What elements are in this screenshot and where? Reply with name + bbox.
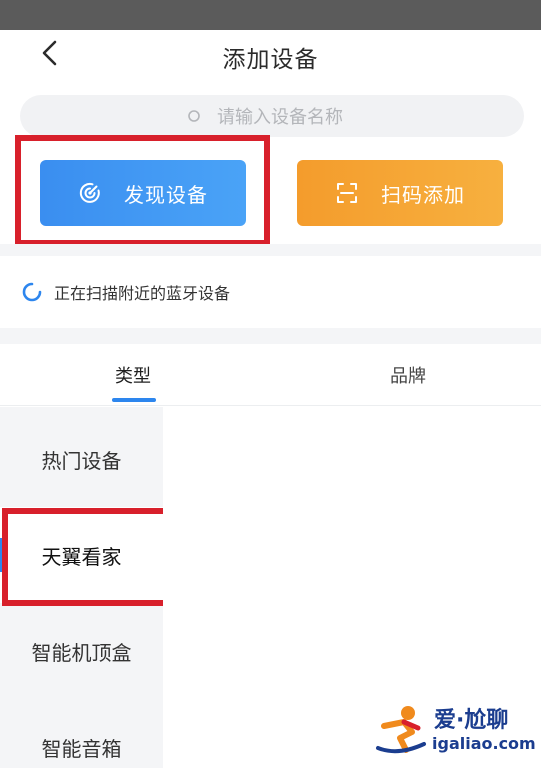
tab-type[interactable]: 类型	[115, 362, 151, 388]
watermark: 爱·尬聊 igaliao.com	[374, 700, 539, 762]
status-bar	[0, 0, 541, 30]
category-item-hot-devices[interactable]: 热门设备	[0, 411, 163, 507]
scan-add-label: 扫码添加	[381, 182, 465, 207]
scan-status-row: 正在扫描附近的蓝牙设备	[0, 256, 541, 328]
category-item-set-top-box[interactable]: 智能机顶盒	[0, 603, 163, 699]
category-label: 智能机顶盒	[31, 640, 132, 665]
section-divider	[0, 244, 541, 256]
spinner-icon	[22, 282, 42, 302]
watermark-url: igaliao.com	[432, 734, 536, 753]
tab-brand[interactable]: 品牌	[390, 362, 426, 388]
category-tabs: 类型 品牌	[0, 344, 541, 406]
scan-frame-icon	[337, 183, 357, 203]
watermark-brand: 爱·尬聊	[434, 708, 509, 733]
page-title: 添加设备	[222, 47, 319, 73]
category-label: 天翼看家	[41, 544, 122, 569]
category-item-smart-speaker[interactable]: 智能音箱	[0, 699, 163, 768]
section-divider	[0, 328, 541, 344]
category-label: 热门设备	[41, 448, 122, 473]
scan-status-text: 正在扫描附近的蓝牙设备	[54, 284, 231, 303]
search-input[interactable]: 请输入设备名称	[20, 95, 524, 137]
category-item-tianyi-kanjia[interactable]: 天翼看家	[0, 507, 163, 603]
header: 添加设备	[0, 30, 541, 82]
search-icon	[188, 110, 200, 122]
runner-logo-icon	[376, 706, 426, 754]
scan-add-button[interactable]: 扫码添加	[297, 160, 503, 226]
active-category-indicator	[0, 538, 4, 572]
discover-device-label: 发现设备	[124, 182, 208, 207]
radar-icon	[79, 182, 100, 203]
category-label: 智能音箱	[41, 736, 122, 761]
search-placeholder: 请输入设备名称	[217, 107, 343, 128]
discover-device-button[interactable]: 发现设备	[40, 160, 246, 226]
active-tab-indicator	[112, 398, 156, 402]
category-sidebar: 热门设备 天翼看家 智能机顶盒 智能音箱	[0, 407, 163, 768]
